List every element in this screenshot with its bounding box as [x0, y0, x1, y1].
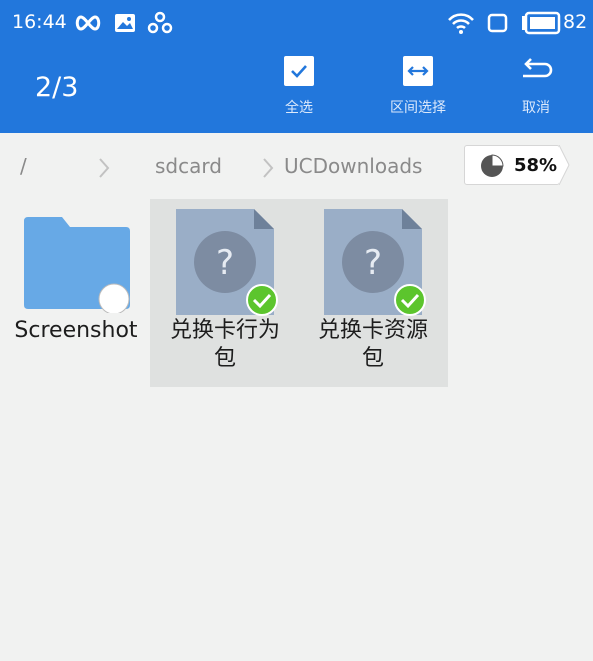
folder-item-screenshot[interactable]: Screenshot [2, 199, 150, 387]
range-select-icon [403, 56, 433, 86]
file-name: 兑换卡行为 包 [151, 317, 299, 373]
undo-arrow-icon [519, 56, 553, 86]
select-all-button[interactable]: 全选 [254, 56, 344, 117]
range-select-label: 区间选择 [390, 100, 446, 116]
chevron-right-icon [99, 158, 110, 178]
sim-signal-icon [487, 13, 508, 33]
svg-text:?: ? [364, 243, 382, 283]
checkbox-checked-icon [284, 56, 314, 86]
folder-icon [24, 217, 130, 313]
file-name-line1: 兑换卡行为 [169, 318, 280, 343]
file-name-line2: 包 [361, 346, 384, 371]
range-select-button[interactable]: 区间选择 [373, 56, 463, 117]
status-time: 16:44 [12, 11, 67, 33]
file-name-line2: 包 [213, 346, 236, 371]
select-all-label: 全选 [285, 100, 313, 116]
svg-text:?: ? [216, 243, 234, 283]
selection-toolbar: 2/3 全选 区间选择 取消 [0, 46, 593, 133]
breadcrumb-root[interactable]: / [20, 154, 27, 178]
file-name: 兑换卡资源 包 [299, 317, 447, 373]
battery-icon [522, 11, 561, 35]
app-notification-icon [147, 11, 173, 34]
file-name-line1: 兑换卡资源 [317, 318, 428, 343]
check-circle-icon [394, 284, 426, 316]
check-circle-icon [246, 284, 278, 316]
file-item[interactable]: ? 兑换卡资源 包 [299, 199, 447, 387]
breadcrumb-item-ucdownloads[interactable]: UCDownloads [284, 154, 422, 178]
image-notification-icon [115, 14, 135, 32]
status-bar: 16:44 82 [0, 0, 593, 46]
chevron-right-icon [263, 158, 274, 178]
cancel-button[interactable]: 取消 [491, 56, 581, 117]
file-name: Screenshot [14, 318, 138, 343]
storage-pointer [559, 145, 570, 185]
selection-count: 2/3 [35, 72, 79, 103]
infinity-icon [75, 15, 101, 31]
pie-chart-icon [481, 154, 504, 177]
storage-usage-button[interactable]: 58% [464, 145, 570, 185]
battery-level: 82 [563, 11, 588, 33]
breadcrumb-item-sdcard[interactable]: sdcard [155, 154, 222, 178]
storage-percent: 58% [514, 155, 558, 176]
file-item[interactable]: ? 兑换卡行为 包 [151, 199, 299, 387]
wifi-icon [448, 13, 474, 34]
cancel-label: 取消 [522, 100, 550, 116]
